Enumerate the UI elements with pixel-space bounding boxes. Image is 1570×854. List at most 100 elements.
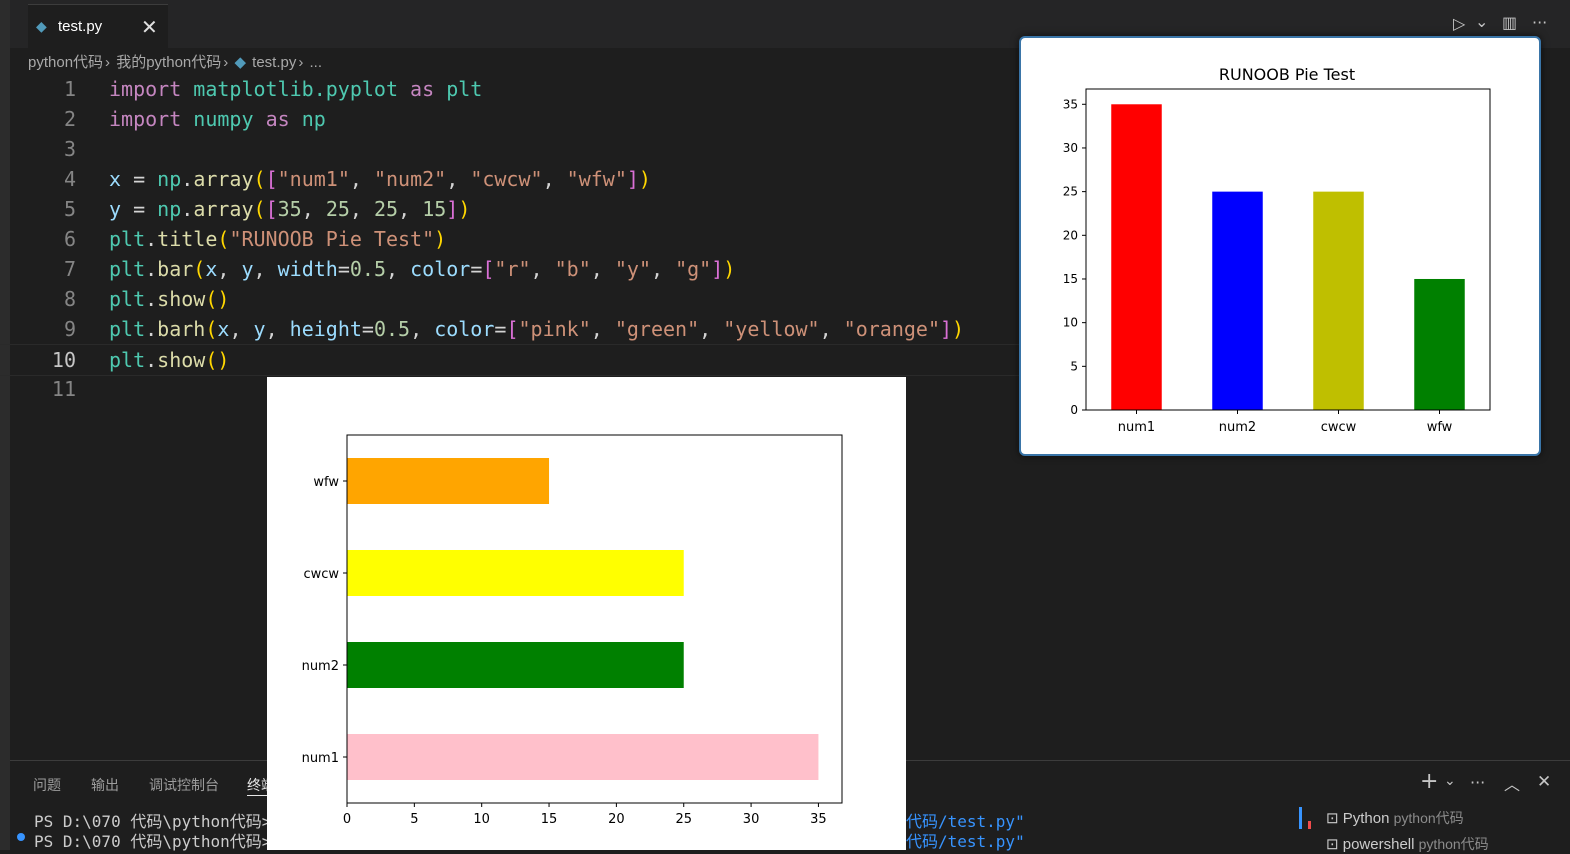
line-number: 11 <box>51 377 76 401</box>
python-file-icon: ◆ <box>234 54 246 71</box>
terminal-error-indicator <box>1308 821 1311 829</box>
split-editor-icon[interactable]: ▥ <box>1502 13 1517 32</box>
code-text: plt.barh(x, y, height=0.5, color=["pink"… <box>109 317 965 341</box>
tab-output[interactable]: 输出 <box>91 775 119 795</box>
line-number: 6 <box>63 227 76 251</box>
y-tick-label: num1 <box>302 751 339 766</box>
y-tick-label: 0 <box>1070 403 1078 417</box>
x-tick-label: 25 <box>675 812 692 827</box>
add-terminal-icon[interactable]: + <box>1420 769 1438 794</box>
terminal-name: Python <box>1342 810 1390 827</box>
chevron-right-icon: › <box>105 54 111 71</box>
close-panel-icon[interactable]: ✕ <box>1537 772 1551 792</box>
line-number: 10 <box>51 348 76 372</box>
y-tick-label: 5 <box>1070 359 1078 373</box>
terminal-list-item-python[interactable]: ⊡ Python python代码 <box>1326 808 1464 828</box>
tab-debug-console[interactable]: 调试控制台 <box>149 775 219 795</box>
chevron-right-icon: › <box>298 54 304 71</box>
terminal-icon: ⊡ <box>1326 836 1339 853</box>
terminal-cwd: python代码 <box>1393 810 1464 826</box>
breadcrumb-folder[interactable]: 我的python代码 <box>116 54 221 71</box>
terminal-icon: ⊡ <box>1326 810 1339 827</box>
bar <box>347 642 684 688</box>
code-text: plt.bar(x, y, width=0.5, color=["r", "b"… <box>109 257 736 281</box>
code-line: 1 import matplotlib.pyplot as plt <box>0 74 1020 104</box>
code-line: 5 y = np.array([35, 25, 25, 15]) <box>0 194 1020 224</box>
code-text: import matplotlib.pyplot as plt <box>109 77 483 101</box>
figure-window-bar-chart[interactable]: RUNOOB Pie Test 0 5 10 15 20 25 30 35 num1 num2 cw… <box>1019 36 1541 456</box>
horizontal-bar-chart: 0 5 10 15 20 25 30 35 num1 num2 cwcw wfw <box>302 434 843 827</box>
code-text: import numpy as np <box>109 107 326 131</box>
x-tick-label: 10 <box>473 812 490 827</box>
y-tick-label: 10 <box>1063 316 1078 330</box>
y-tick-label: 25 <box>1063 185 1078 199</box>
code-text: x = np.array(["num1", "num2", "cwcw", "w… <box>109 167 651 191</box>
line-number: 2 <box>63 107 76 131</box>
breadcrumb-folder[interactable]: python代码 <box>28 54 103 71</box>
run-icon[interactable]: ▷ <box>1453 14 1465 33</box>
x-tick-label: 0 <box>343 812 351 827</box>
python-file-icon: ◆ <box>36 19 47 35</box>
breadcrumb: python代码 › 我的python代码 › ◆ test.py › ... <box>28 51 324 73</box>
breadcrumb-symbol[interactable]: ... <box>310 54 323 71</box>
line-number: 1 <box>63 77 76 101</box>
bar <box>347 734 819 780</box>
code-line: 6 plt.title("RUNOOB Pie Test") <box>0 224 1020 254</box>
close-icon[interactable]: ✕ <box>141 15 158 39</box>
y-tick-label: cwcw <box>303 567 339 582</box>
terminal-name: powershell <box>1342 836 1415 853</box>
code-text: plt.show() <box>109 348 230 372</box>
more-actions-icon[interactable]: ··· <box>1470 773 1485 792</box>
line-number: 4 <box>63 167 76 191</box>
x-tick-label: num1 <box>1118 420 1155 435</box>
code-line-current: 10 plt.show() <box>0 344 1020 376</box>
bar <box>1212 191 1263 410</box>
x-tick-label: 35 <box>810 812 827 827</box>
command-decoration-icon[interactable] <box>17 833 25 841</box>
bar <box>1111 104 1162 411</box>
y-tick-label: 35 <box>1063 97 1078 111</box>
line-number: 9 <box>63 317 76 341</box>
code-line: 4 x = np.array(["num1", "num2", "cwcw", "… <box>0 164 1020 194</box>
x-tick-label: 30 <box>743 812 760 827</box>
breadcrumb-file[interactable]: test.py <box>252 54 296 71</box>
tab-label: test.py <box>58 18 103 35</box>
more-actions-icon[interactable]: ··· <box>1532 13 1547 32</box>
y-tick-label: 15 <box>1063 272 1078 286</box>
code-line: 8 plt.show() <box>0 284 1020 314</box>
chevron-down-icon[interactable]: ⌄ <box>1475 12 1488 31</box>
tab-problems[interactable]: 问题 <box>33 775 61 795</box>
x-tick-label: cwcw <box>1321 420 1357 435</box>
x-tick-label: 20 <box>608 812 625 827</box>
terminal-active-indicator <box>1299 807 1302 829</box>
x-tick-label: 5 <box>410 812 418 827</box>
chart-title: RUNOOB Pie Test <box>1219 65 1355 84</box>
y-tick-label: wfw <box>313 475 339 490</box>
chevron-right-icon: › <box>223 54 229 71</box>
x-tick-label: 15 <box>541 812 558 827</box>
bar <box>347 458 550 504</box>
terminal-line: PS D:\070 代码\python代码> <box>34 832 272 851</box>
chevron-down-icon[interactable]: ⌄ <box>1444 773 1456 789</box>
terminal-line-tail: 代码/test.py" <box>906 832 1025 851</box>
code-text: plt.show() <box>109 287 230 311</box>
code-line: 7 plt.bar(x, y, width=0.5, color=["r", "b… <box>0 254 1020 284</box>
maximize-panel-icon[interactable]: ︿ <box>1504 771 1520 795</box>
line-number: 8 <box>63 287 76 311</box>
line-number: 3 <box>63 137 76 161</box>
bar <box>1313 191 1364 410</box>
figure-window-barh-chart[interactable]: 0 5 10 15 20 25 30 35 num1 num2 cwcw wfw <box>267 377 906 850</box>
y-tick-label: num2 <box>302 659 339 674</box>
code-line: 9 plt.barh(x, y, height=0.5, color=["pink… <box>0 314 1020 344</box>
x-tick-label: num2 <box>1219 420 1256 435</box>
y-tick-label: 20 <box>1063 228 1078 242</box>
bar-chart: RUNOOB Pie Test 0 5 10 15 20 25 30 35 num1 num2 cw… <box>1063 65 1491 435</box>
code-line: 2 import numpy as np <box>0 104 1020 134</box>
terminal-list-item-powershell[interactable]: ⊡ powershell python代码 <box>1326 834 1489 854</box>
line-number: 7 <box>63 257 76 281</box>
x-tick-label: wfw <box>1427 420 1453 435</box>
tab-test-py[interactable]: ◆ test.py ✕ <box>28 4 168 49</box>
bar <box>347 550 684 596</box>
line-number: 5 <box>63 197 76 221</box>
bar <box>1414 278 1465 410</box>
